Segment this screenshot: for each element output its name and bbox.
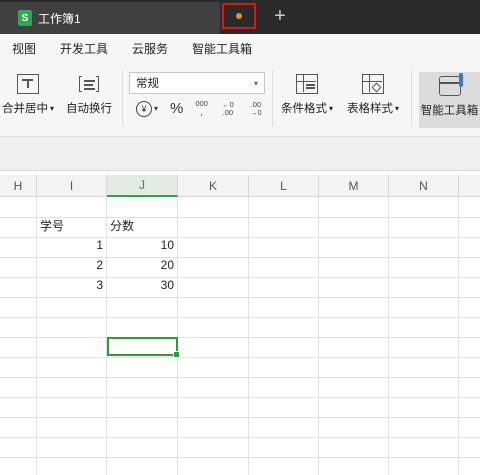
menu-smart-toolbox[interactable]: 智能工具箱 bbox=[192, 40, 252, 57]
formula-bar-area bbox=[0, 137, 480, 171]
cell-i-header[interactable]: 学号 bbox=[40, 215, 106, 235]
workbook-tab[interactable]: S 工作簿1 bbox=[0, 2, 220, 34]
chevron-down-icon: ▾ bbox=[329, 103, 334, 113]
column-header-i[interactable]: I bbox=[37, 175, 107, 197]
fill-handle[interactable] bbox=[173, 351, 180, 358]
unsaved-dot-icon bbox=[236, 13, 242, 19]
plus-icon: + bbox=[274, 4, 286, 27]
currency-button[interactable]: ¥ ▾ bbox=[136, 100, 159, 117]
grid-line bbox=[0, 457, 480, 458]
smart-toolbox-button[interactable]: 智能工具箱 bbox=[419, 72, 480, 128]
table-style-button[interactable]: 表格样式 ▾ bbox=[347, 74, 399, 116]
ribbon-divider bbox=[272, 70, 273, 126]
ribbon: 合并居中 ▾ 自动换行 常规 ▾ ¥ ▾ % 000 , ←0 .00 .00 … bbox=[0, 62, 480, 137]
grid-line bbox=[388, 197, 389, 475]
column-header-l[interactable]: L bbox=[249, 175, 319, 197]
grid-line bbox=[0, 437, 480, 438]
grid-line bbox=[318, 197, 319, 475]
menu-developer[interactable]: 开发工具 bbox=[60, 40, 108, 57]
column-header-n[interactable]: N bbox=[389, 175, 459, 197]
grid-line bbox=[0, 337, 480, 338]
spreadsheet-grid[interactable]: H I J K L M N 学号 分数 1 10 2 20 3 30 bbox=[0, 175, 480, 475]
grid-line bbox=[458, 197, 459, 475]
column-header-next[interactable] bbox=[459, 175, 480, 197]
table-cell[interactable]: 20 bbox=[107, 255, 178, 275]
table-cell[interactable]: 3 bbox=[37, 275, 107, 295]
workbook-title: 工作簿1 bbox=[38, 11, 81, 26]
chevron-down-icon: ▾ bbox=[253, 78, 258, 88]
grid-line bbox=[0, 317, 480, 318]
column-header-m[interactable]: M bbox=[319, 175, 389, 197]
chevron-down-icon: ▾ bbox=[50, 103, 55, 113]
number-format-buttons: ¥ ▾ % 000 , ←0 .00 .00 →0 bbox=[136, 100, 264, 117]
toolbox-icon bbox=[438, 73, 463, 96]
chevron-down-icon: ▾ bbox=[395, 103, 400, 113]
menu-cloud[interactable]: 云服务 bbox=[132, 40, 168, 57]
number-format-value: 常规 bbox=[136, 78, 159, 90]
grid-line bbox=[0, 397, 480, 398]
smart-toolbox-label: 智能工具箱 bbox=[420, 105, 479, 117]
cell-j-header[interactable]: 分数 bbox=[110, 215, 177, 235]
merge-center-label: 合并居中 bbox=[2, 103, 48, 115]
table-cell[interactable]: 1 bbox=[37, 235, 107, 255]
spreadsheet-icon: S bbox=[18, 10, 32, 26]
conditional-format-label: 条件格式 bbox=[281, 103, 327, 115]
conditional-format-button[interactable]: 条件格式 ▾ bbox=[281, 74, 333, 116]
wrap-text-label: 自动换行 bbox=[66, 103, 112, 115]
comma-icon: , bbox=[200, 107, 203, 117]
grid-line bbox=[0, 297, 480, 298]
wrap-text-button[interactable]: 自动换行 bbox=[66, 74, 112, 116]
decrease-decimal-button[interactable]: .00 →0 bbox=[248, 100, 264, 117]
menu-bar: 视图 开发工具 云服务 智能工具箱 bbox=[0, 34, 480, 62]
column-header-j[interactable]: J bbox=[107, 175, 178, 197]
increase-decimal-button[interactable]: ←0 .00 bbox=[220, 100, 236, 117]
wrap-text-icon bbox=[78, 74, 100, 94]
unsaved-indicator bbox=[222, 3, 256, 29]
number-format-select[interactable]: 常规 ▾ bbox=[129, 72, 265, 94]
title-bar: S 工作簿1 + bbox=[0, 0, 480, 34]
conditional-format-icon bbox=[296, 74, 318, 94]
ribbon-divider bbox=[122, 70, 123, 126]
grid-line bbox=[0, 357, 480, 358]
percent-button[interactable]: % bbox=[170, 100, 183, 117]
thousands-separator-button[interactable]: 000 , bbox=[195, 100, 208, 117]
currency-icon: ¥ bbox=[136, 100, 152, 117]
merge-center-button[interactable]: 合并居中 ▾ bbox=[2, 74, 54, 116]
grid-line bbox=[0, 377, 480, 378]
merge-cells-icon bbox=[17, 74, 39, 94]
grid-line bbox=[248, 197, 249, 475]
column-header-k[interactable]: K bbox=[178, 175, 249, 197]
ribbon-divider bbox=[411, 70, 412, 126]
column-header-h[interactable]: H bbox=[0, 175, 37, 197]
table-style-label: 表格样式 bbox=[347, 103, 393, 115]
grid-line bbox=[0, 417, 480, 418]
table-cell[interactable]: 30 bbox=[107, 275, 178, 295]
table-style-icon bbox=[362, 74, 384, 94]
active-cell-selection[interactable] bbox=[107, 337, 180, 358]
table-cell[interactable]: 2 bbox=[37, 255, 107, 275]
menu-view[interactable]: 视图 bbox=[12, 40, 36, 57]
table-cell[interactable]: 10 bbox=[107, 235, 178, 255]
chevron-down-icon: ▾ bbox=[154, 104, 159, 113]
new-tab-button[interactable]: + bbox=[268, 3, 292, 29]
